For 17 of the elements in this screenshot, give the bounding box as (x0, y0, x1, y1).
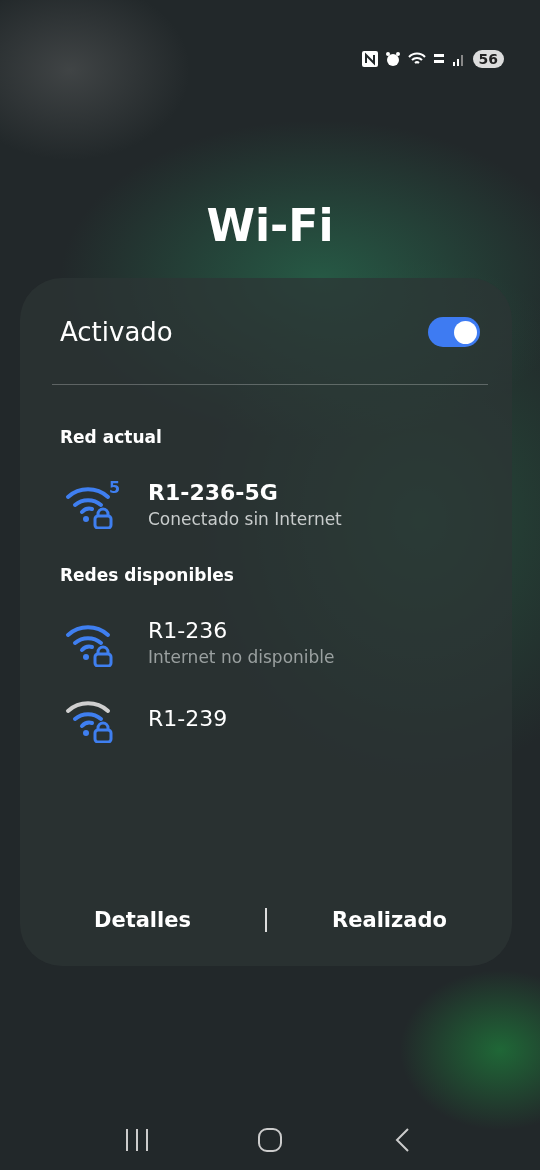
recents-icon[interactable] (123, 1128, 150, 1152)
wifi-icon (407, 51, 426, 67)
network-status: Internet no disponible (148, 646, 335, 667)
section-header: Red actual (60, 427, 163, 447)
battery-level: 56 (472, 50, 504, 68)
network-name[interactable]: R1-236-5G (148, 479, 342, 505)
toggle-label: Activado (60, 317, 173, 347)
nfc-icon (361, 51, 378, 67)
home-icon[interactable] (257, 1128, 283, 1152)
page-title: Wi-Fi (205, 199, 335, 253)
wifi-switch[interactable] (428, 317, 480, 347)
done-button[interactable]: Realizado (267, 898, 512, 942)
section-header: Redes disponibles (60, 565, 235, 585)
network-status: Conectado sin Internet (148, 508, 342, 529)
details-button[interactable]: Detalles (20, 898, 265, 942)
network-name[interactable]: R1-239 (148, 705, 228, 731)
network-name[interactable]: R1-236 (148, 617, 335, 643)
